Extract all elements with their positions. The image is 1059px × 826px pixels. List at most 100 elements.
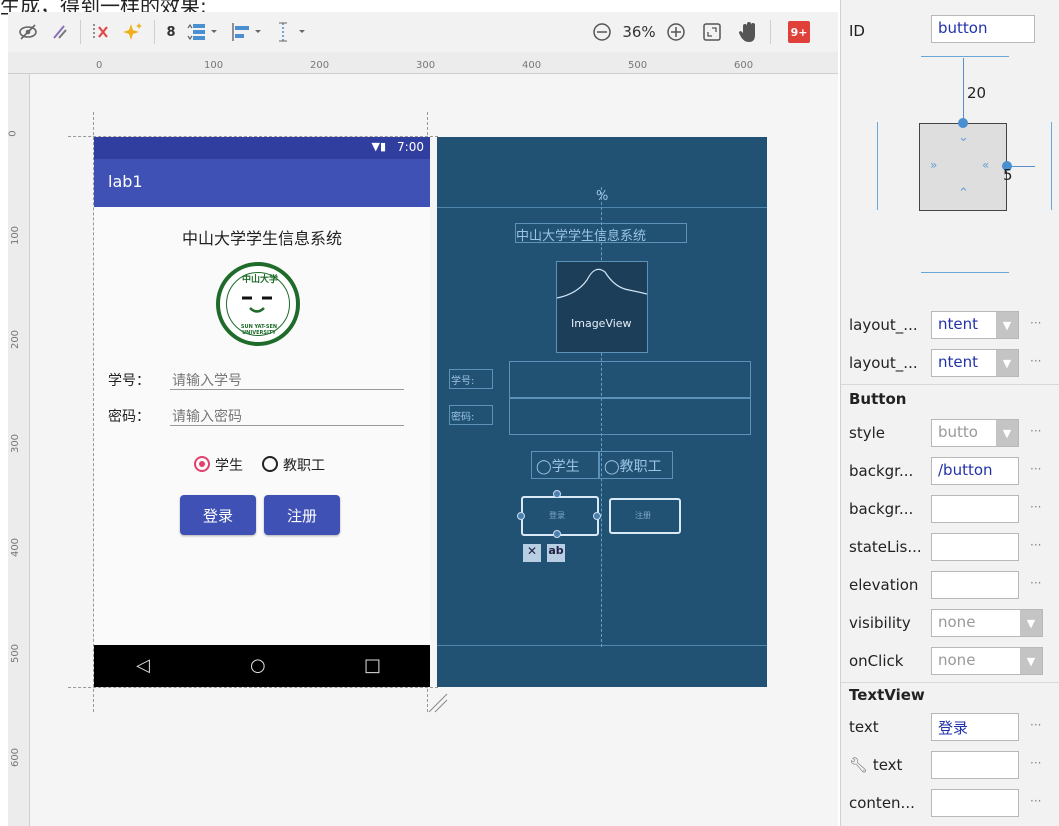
zoom-out-icon[interactable]: [590, 20, 614, 44]
infer-constraints-icon[interactable]: [120, 20, 146, 44]
more-icon[interactable]: ···: [1030, 718, 1041, 732]
attr-row-text: text 登录 ···: [849, 710, 1054, 744]
ruler-label: 600: [10, 747, 22, 768]
attr-label: visibility: [849, 614, 911, 632]
text-input[interactable]: 登录: [931, 713, 1019, 741]
blueprint-id-label[interactable]: 学号:: [449, 369, 493, 389]
margin-right-value[interactable]: 5: [1003, 166, 1013, 184]
clear-constraints-icon[interactable]: ✕: [523, 544, 541, 562]
anchor-bottom-handle[interactable]: [553, 530, 561, 538]
more-icon[interactable]: ···: [1030, 576, 1041, 590]
pan-hand-icon[interactable]: [736, 20, 760, 44]
login-button[interactable]: 登录: [180, 495, 256, 535]
blueprint-view[interactable]: % 中山大学学生信息系统 ImageView 学号: 密码: ◯学生 ◯教职工 …: [437, 137, 767, 687]
more-icon[interactable]: ···: [1030, 424, 1041, 438]
section-textview: TextView: [849, 686, 925, 704]
more-icon[interactable]: ···: [1030, 500, 1041, 514]
zoom-level: 36%: [622, 23, 656, 41]
recents-icon[interactable]: □: [364, 655, 381, 676]
pack-icon[interactable]: [184, 20, 224, 44]
password-label: 密码：: [108, 409, 150, 425]
id-input[interactable]: button: [931, 15, 1035, 43]
content-description-input[interactable]: [931, 789, 1019, 817]
default-margin-value[interactable]: 8: [160, 20, 182, 44]
anchor-right-handle[interactable]: [593, 512, 601, 520]
blueprint-pwd-input[interactable]: [509, 398, 751, 435]
guidelines-icon[interactable]: [272, 20, 312, 44]
zoom-to-fit-icon[interactable]: [700, 20, 724, 44]
zoom-in-icon[interactable]: [664, 20, 688, 44]
ruler-label: 100: [10, 225, 22, 246]
layout-height-select[interactable]: ntent ▼: [931, 349, 1019, 377]
anchor-left-handle[interactable]: [517, 512, 525, 520]
statelist-input[interactable]: [931, 533, 1019, 561]
visibility-select[interactable]: none ▼: [931, 609, 1043, 637]
blueprint-register-button[interactable]: 注册: [609, 498, 681, 534]
attr-row-layout-height: layout_... ntent ▼ ···: [849, 346, 1054, 380]
ruler-label: 200: [10, 329, 22, 350]
blueprint-title-box[interactable]: 中山大学学生信息系统: [515, 223, 687, 244]
register-button[interactable]: 注册: [264, 495, 340, 535]
attr-label: style: [849, 424, 885, 442]
layout-width-select[interactable]: ntent ▼: [931, 311, 1019, 339]
anchor-top-handle[interactable]: [553, 490, 561, 498]
resize-handle-icon[interactable]: [425, 690, 449, 714]
attr-row-tools-text: 🔧︎ text ···: [849, 748, 1054, 782]
blueprint-register-text: 注册: [635, 511, 651, 520]
attr-label: layout_...: [849, 354, 918, 372]
blueprint-login-button[interactable]: 登录: [521, 496, 599, 536]
constraint-guide-bottom: [921, 272, 1009, 273]
attr-row-elevation: elevation ···: [849, 568, 1054, 602]
blueprint-imageview[interactable]: ImageView: [556, 261, 648, 353]
baseline-icon[interactable]: ab: [547, 544, 565, 562]
align-icon[interactable]: [228, 20, 268, 44]
blueprint-staff-radio[interactable]: ◯教职工: [599, 451, 673, 479]
university-logo: 中山大学 SUN YAT-SEN UNIVERSITY: [216, 262, 300, 346]
onclick-select[interactable]: none ▼: [931, 647, 1043, 675]
back-icon[interactable]: ◁: [136, 655, 150, 676]
more-icon[interactable]: ···: [1030, 354, 1041, 368]
guideline-percent-icon[interactable]: %: [596, 189, 608, 204]
blueprint-navbar-line: [437, 645, 767, 646]
attr-label: text: [849, 718, 879, 736]
more-icon[interactable]: ···: [1030, 316, 1041, 330]
app-title: lab1: [108, 172, 143, 191]
elevation-input[interactable]: [931, 571, 1019, 599]
magnet-icon[interactable]: [48, 20, 72, 44]
clear-constraints-icon[interactable]: [88, 20, 114, 44]
student-id-underline: [170, 389, 404, 390]
attr-row-background-tint: backgr... ···: [849, 492, 1054, 526]
style-select[interactable]: butto ▼: [931, 419, 1019, 447]
attr-label: backgr...: [849, 500, 914, 518]
margin-top-value[interactable]: 20: [967, 84, 986, 102]
blueprint-id-input[interactable]: [509, 361, 751, 398]
ruler-label: 200: [310, 60, 330, 71]
blueprint-pwd-label[interactable]: 密码:: [449, 405, 493, 425]
more-icon[interactable]: ···: [1030, 462, 1041, 476]
staff-radio[interactable]: [262, 456, 278, 472]
top-anchor-dot[interactable]: [958, 118, 968, 128]
background-input[interactable]: /button: [931, 457, 1019, 485]
issues-badge[interactable]: 9+: [788, 21, 810, 43]
more-icon[interactable]: ···: [1030, 538, 1041, 552]
constraint-widget-box[interactable]: ⌄ » « ⌃: [919, 123, 1007, 211]
attr-row-visibility: visibility none ▼: [849, 606, 1054, 640]
home-icon[interactable]: ○: [250, 655, 266, 676]
constraint-guide-top: [921, 56, 1009, 57]
attr-label: onClick: [849, 652, 904, 670]
password-input[interactable]: 请输入密码: [172, 406, 242, 426]
design-preview[interactable]: ▼▮ 7:00 lab1 中山大学学生信息系统 中山大学 SUN YAT-SEN…: [94, 137, 430, 687]
ruler-label: 300: [416, 60, 436, 71]
eye-slash-icon[interactable]: [16, 20, 40, 44]
more-icon[interactable]: ···: [1030, 756, 1041, 770]
ruler-label: 100: [204, 60, 224, 71]
tools-text-input[interactable]: [931, 751, 1019, 779]
student-radio[interactable]: [194, 456, 210, 472]
imageview-label: ImageView: [571, 317, 632, 330]
logo-text-top: 中山大学: [242, 275, 279, 285]
background-tint-input[interactable]: [931, 495, 1019, 523]
more-icon[interactable]: ···: [1030, 794, 1041, 808]
logo-text-bottom: SUN YAT-SEN UNIVERSITY: [240, 324, 278, 336]
blueprint-student-radio[interactable]: ◯学生: [531, 451, 599, 479]
student-id-input[interactable]: 请输入学号: [172, 370, 242, 390]
